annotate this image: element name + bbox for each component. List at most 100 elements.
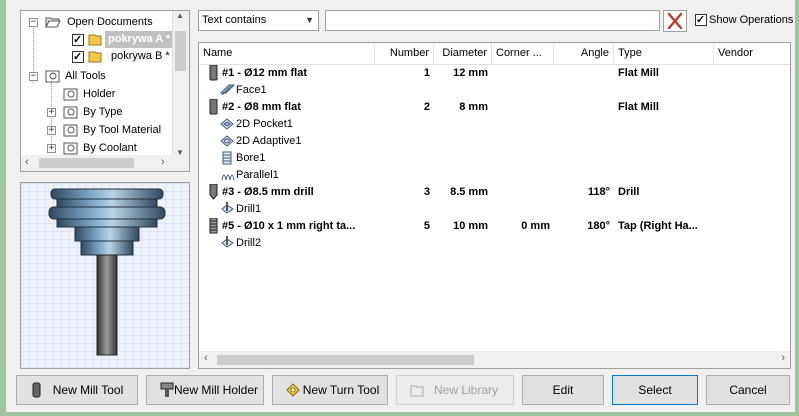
folder-open-icon <box>45 17 61 28</box>
cell-number: 2 <box>423 101 430 113</box>
operation-row[interactable]: Face1 <box>199 82 790 99</box>
cell-vendor <box>714 99 790 116</box>
column-header-type[interactable]: Type <box>614 43 714 64</box>
tap-tool-icon <box>209 218 218 234</box>
collapse-icon[interactable]: − <box>29 72 38 81</box>
cancel-button[interactable]: Cancel <box>706 375 790 405</box>
tool-library-dialog: − Open Documents pokrywa A * pokrywa B *… <box>0 0 799 416</box>
operation-row[interactable]: 2D Adaptive1 <box>199 133 790 150</box>
cell-name: #1 - Ø12 mm flat <box>222 67 307 79</box>
show-operations-checkbox[interactable] <box>695 12 707 29</box>
drill-op-icon <box>221 202 234 214</box>
tree-item-label: pokrywa A * <box>105 31 174 48</box>
column-header-angle[interactable]: Angle <box>554 43 614 64</box>
pocket-op-icon <box>220 118 234 130</box>
expand-icon[interactable]: + <box>47 108 56 117</box>
cell-angle: 180° <box>587 220 610 232</box>
scrollbar-thumb[interactable] <box>175 31 186 71</box>
show-operations-label: Show Operations <box>709 14 794 26</box>
cell-angle <box>554 65 614 82</box>
select-button[interactable]: Select <box>612 375 698 405</box>
tool-folder-icon <box>63 106 78 119</box>
cell-name: Drill1 <box>236 203 262 215</box>
column-header-vendor[interactable]: Vendor <box>714 43 790 64</box>
cell-corner <box>492 65 554 82</box>
chevron-down-icon[interactable]: ▼ <box>305 11 314 30</box>
cell-type: Flat Mill <box>618 101 659 113</box>
document-a-checkbox[interactable] <box>72 32 84 49</box>
drill-tool-icon <box>209 184 218 200</box>
expand-icon[interactable]: + <box>47 126 56 135</box>
tool-row[interactable]: #5 - Ø10 x 1 mm right ta... 5 10 mm 0 mm 180… <box>199 218 790 235</box>
button-label: Select <box>638 383 672 397</box>
parallel-op-icon <box>221 174 235 181</box>
column-header-number[interactable]: Number <box>375 43 434 64</box>
tool-preview <box>20 182 190 369</box>
cell-diameter: 12 mm <box>453 67 488 79</box>
scrollbar-thumb[interactable] <box>217 355 474 365</box>
cell-type: Tap (Right Ha... <box>618 220 698 232</box>
tool-row[interactable]: #2 - Ø8 mm flat 2 8 mm Flat Mill <box>199 99 790 116</box>
tool-row[interactable]: #1 - Ø12 mm flat 1 12 mm Flat Mill <box>199 65 790 82</box>
new-library-button[interactable]: New Library <box>396 375 514 405</box>
new-mill-holder-button[interactable]: New Mill Holder <box>146 375 264 405</box>
cell-corner: 0 mm <box>521 220 550 232</box>
cell-diameter: 10 mm <box>453 220 488 232</box>
cell-angle: 118° <box>587 186 610 198</box>
cell-name: 2D Adaptive1 <box>236 135 302 147</box>
operation-row[interactable]: Parallel1 <box>199 167 790 184</box>
operation-row[interactable]: Drill1 <box>199 201 790 218</box>
cell-corner <box>492 184 554 201</box>
cell-name: Face1 <box>236 84 267 96</box>
scrollbar-thumb[interactable] <box>39 158 134 168</box>
document-icon <box>88 34 102 46</box>
cell-vendor <box>714 218 790 235</box>
cell-vendor <box>714 65 790 82</box>
column-header-corner[interactable]: Corner ... <box>492 43 554 64</box>
bore-op-icon <box>222 151 232 165</box>
filter-mode-select[interactable]: Text contains ▼ <box>198 10 319 31</box>
cell-name: Bore1 <box>236 152 266 164</box>
tree-item-label: pokrywa B * <box>111 50 170 62</box>
scroll-left-arrow-icon[interactable]: ‹ <box>204 352 208 364</box>
tool-row[interactable]: #3 - Ø8.5 mm drill 3 8.5 mm 118° Drill <box>199 184 790 201</box>
edit-button[interactable]: Edit <box>522 375 604 405</box>
new-mill-tool-button[interactable]: New Mill Tool <box>16 375 138 405</box>
column-header-diameter[interactable]: Diameter <box>434 43 492 64</box>
tree-horizontal-scrollbar[interactable]: ‹ › <box>21 155 189 171</box>
operation-row[interactable]: Drill2 <box>199 235 790 252</box>
collapse-icon[interactable]: − <box>29 18 38 27</box>
tree-item-label: By Tool Material <box>83 124 162 136</box>
cell-angle <box>554 99 614 116</box>
cell-name: 2D Pocket1 <box>236 118 293 130</box>
new-turn-tool-button[interactable]: New Turn Tool <box>272 375 388 405</box>
cell-diameter: 8 mm <box>459 101 488 113</box>
cell-name: #2 - Ø8 mm flat <box>222 101 301 113</box>
document-icon <box>88 51 102 63</box>
tree-item-label: By Type <box>83 106 123 118</box>
clear-filter-button[interactable] <box>663 10 687 32</box>
scroll-left-arrow-icon[interactable]: ‹ <box>25 156 29 168</box>
table-header: Name Number Diameter Corner ... Angle Ty… <box>199 43 790 65</box>
holder-icon <box>160 382 174 397</box>
scroll-up-arrow-icon[interactable]: ▲ <box>176 11 184 20</box>
document-b-checkbox[interactable] <box>72 49 84 66</box>
mill-tool-icon <box>32 382 41 398</box>
operation-row[interactable]: Bore1 <box>199 150 790 167</box>
column-header-name[interactable]: Name <box>199 43 375 64</box>
operation-row[interactable]: 2D Pocket1 <box>199 116 790 133</box>
scroll-right-arrow-icon[interactable]: › <box>781 352 785 364</box>
tree-vertical-scrollbar[interactable]: ▲ ▼ <box>172 11 189 157</box>
cell-name: Drill2 <box>236 237 262 249</box>
button-label: Edit <box>552 383 574 397</box>
close-icon <box>667 12 683 30</box>
table-horizontal-scrollbar[interactable]: ‹ › <box>199 351 790 368</box>
tool-table[interactable]: Name Number Diameter Corner ... Angle Ty… <box>198 42 791 369</box>
expand-icon[interactable]: + <box>47 144 56 153</box>
cell-diameter: 8.5 mm <box>450 186 488 198</box>
search-input[interactable] <box>325 10 660 31</box>
scroll-right-arrow-icon[interactable]: › <box>161 156 165 168</box>
tool-folder-icon <box>63 124 78 137</box>
library-tree[interactable]: − Open Documents pokrywa A * pokrywa B *… <box>20 10 190 172</box>
cell-number: 1 <box>423 67 430 79</box>
